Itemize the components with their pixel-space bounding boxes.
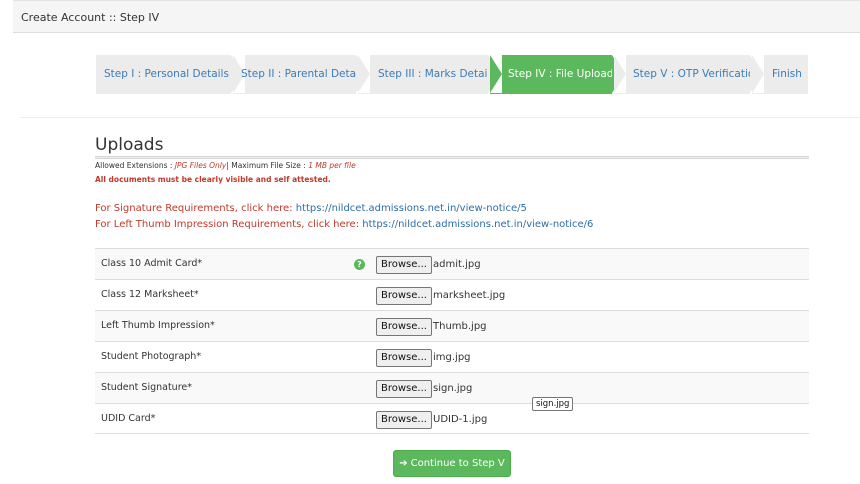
allowed-extensions-value: JPG Files Only bbox=[174, 161, 227, 170]
upload-label: Class 12 Marksheet* bbox=[101, 289, 199, 300]
wizard-step-otp[interactable]: Step V : OTP Verification bbox=[614, 55, 762, 94]
upload-label: Left Thumb Impression* bbox=[101, 320, 215, 331]
browse-button[interactable]: Browse... bbox=[376, 318, 432, 336]
continue-button[interactable]: ➔ Continue to Step V bbox=[393, 450, 511, 477]
uploads-table: Class 10 Admit Card* ? Browse... admit.j… bbox=[95, 248, 809, 434]
thumb-requirements: For Left Thumb Impression Requirements, … bbox=[95, 219, 593, 230]
wizard-step-marks[interactable]: Step III : Marks Details bbox=[358, 55, 500, 94]
wizard-step-label: Step III : Marks Details bbox=[378, 68, 496, 80]
thumb-req-link[interactable]: https://nildcet.admissions.net.in/view-n… bbox=[362, 219, 593, 230]
attestation-warning: All documents must be clearly visible an… bbox=[95, 175, 331, 184]
page-header: Create Account :: Step IV bbox=[13, 0, 860, 33]
upload-row-class10: Class 10 Admit Card* ? Browse... admit.j… bbox=[95, 248, 809, 279]
browse-button[interactable]: Browse... bbox=[376, 256, 432, 274]
upload-row-thumb: Left Thumb Impression* Browse... Thumb.j… bbox=[95, 310, 809, 341]
file-name: admit.jpg bbox=[433, 259, 481, 270]
upload-row-udid: UDID Card* Browse... UDID-1.jpg bbox=[95, 403, 809, 434]
upload-label: UDID Card* bbox=[101, 413, 156, 424]
upload-label: Class 10 Admit Card* bbox=[101, 258, 203, 269]
file-name: UDID-1.jpg bbox=[433, 414, 488, 425]
upload-row-signature: Student Signature* Browse... sign.jpg bbox=[95, 372, 809, 403]
file-tooltip: sign.jpg bbox=[532, 397, 574, 411]
browse-button[interactable]: Browse... bbox=[376, 411, 432, 429]
wizard-step-label: Step II : Parental Details bbox=[241, 68, 368, 80]
signature-requirements: For Signature Requirements, click here: … bbox=[95, 203, 527, 214]
browse-button[interactable]: Browse... bbox=[376, 287, 432, 305]
max-size-value: 1 MB per file bbox=[308, 161, 356, 170]
page-title: Create Account :: Step IV bbox=[21, 11, 160, 24]
wizard-step-label: Step V : OTP Verification bbox=[633, 68, 761, 80]
signature-req-link[interactable]: https://nildcet.admissions.net.in/view-n… bbox=[296, 203, 527, 214]
wizard-step-personal[interactable]: Step I : Personal Details bbox=[96, 55, 243, 94]
wizard-step-file-uploads[interactable]: Step IV : File Uploads bbox=[490, 55, 624, 94]
step-notch bbox=[752, 55, 764, 93]
arrow-right-icon: ➔ bbox=[399, 458, 408, 469]
step-notch bbox=[490, 55, 502, 93]
upload-row-class12: Class 12 Marksheet* Browse... marksheet.… bbox=[95, 279, 809, 310]
wizard-step-label: Step IV : File Uploads bbox=[508, 68, 619, 80]
browse-button[interactable]: Browse... bbox=[376, 349, 432, 367]
file-name: sign.jpg bbox=[433, 383, 473, 394]
continue-button-label: Continue to Step V bbox=[410, 458, 505, 469]
file-name: img.jpg bbox=[433, 352, 471, 363]
allowed-prefix: Allowed Extensions : bbox=[95, 161, 175, 170]
wizard-step-finish[interactable]: Finish bbox=[752, 55, 808, 94]
browse-button[interactable]: Browse... bbox=[376, 380, 432, 398]
wizard-step-label: Finish bbox=[772, 68, 802, 80]
step-notch bbox=[358, 55, 370, 93]
wizard-step-parental[interactable]: Step II : Parental Details bbox=[233, 55, 368, 94]
heading-rule bbox=[95, 156, 809, 159]
max-size-prefix: | Maximum File Size : bbox=[226, 161, 309, 170]
thumb-req-text: For Left Thumb Impression Requirements, … bbox=[95, 219, 363, 230]
signature-req-text: For Signature Requirements, click here: bbox=[95, 203, 296, 214]
help-icon[interactable]: ? bbox=[354, 259, 365, 270]
wizard-step-label: Step I : Personal Details bbox=[104, 68, 229, 80]
allowed-extensions-note: Allowed Extensions : JPG Files Only| Max… bbox=[95, 161, 356, 170]
section-divider bbox=[20, 117, 860, 118]
file-name: marksheet.jpg bbox=[433, 290, 506, 301]
upload-label: Student Photograph* bbox=[101, 351, 202, 362]
file-name: Thumb.jpg bbox=[433, 321, 487, 332]
upload-label: Student Signature* bbox=[101, 382, 192, 393]
step-notch bbox=[614, 55, 626, 93]
upload-row-photograph: Student Photograph* Browse... img.jpg bbox=[95, 341, 809, 372]
uploads-heading: Uploads bbox=[95, 135, 164, 155]
